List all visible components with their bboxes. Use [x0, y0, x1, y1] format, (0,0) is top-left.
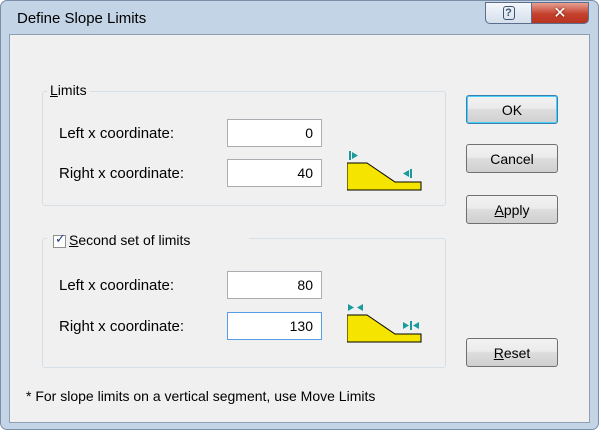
- slope-limits-pair-icon: [347, 304, 422, 343]
- reset-button[interactable]: Reset: [466, 338, 558, 367]
- second-limits-text: econd set of limits: [78, 232, 191, 248]
- second-right-x-input[interactable]: 130: [227, 312, 322, 340]
- left-x-label: Left x coordinate:: [59, 125, 175, 142]
- second-limits-checkbox[interactable]: ✓: [53, 232, 66, 248]
- limits-legend-mnemonic: L: [50, 82, 58, 98]
- cancel-button[interactable]: Cancel: [466, 144, 558, 173]
- second-limits-mnemonic: S: [69, 232, 79, 248]
- title-bar[interactable]: Define Slope Limits ? ✕: [1, 1, 598, 34]
- dialog-window: Define Slope Limits ? ✕ Limits Left x co…: [0, 0, 599, 430]
- close-button[interactable]: ✕: [531, 2, 589, 24]
- left-x-input[interactable]: 0: [227, 119, 322, 147]
- dialog-title: Define Slope Limits: [17, 10, 147, 27]
- slope-limits-icon: [347, 151, 422, 191]
- reset-mnemonic: R: [493, 344, 504, 361]
- ok-button[interactable]: OK: [466, 95, 558, 124]
- dialog-body: Limits Left x coordinate: 0 Right x coor…: [9, 34, 590, 423]
- right-x-label: Right x coordinate:: [59, 165, 185, 182]
- apply-label: pply: [503, 201, 530, 218]
- second-left-x-input[interactable]: 80: [227, 271, 322, 299]
- help-icon: ?: [502, 6, 515, 20]
- second-limits-label[interactable]: Second set of limits: [69, 232, 191, 248]
- right-x-input[interactable]: 40: [227, 159, 322, 187]
- apply-mnemonic: A: [494, 201, 504, 218]
- second-left-x-label: Left x coordinate:: [59, 277, 175, 294]
- help-button[interactable]: ?: [485, 2, 532, 24]
- limits-legend-text: imits: [57, 82, 87, 98]
- footnote: * For slope limits on a vertical segment…: [26, 388, 376, 404]
- second-right-x-label: Right x coordinate:: [59, 318, 185, 335]
- apply-button[interactable]: Apply: [466, 195, 558, 224]
- close-icon: ✕: [553, 3, 567, 22]
- reset-label: eset: [503, 344, 531, 361]
- checkmark-icon: ✓: [55, 232, 66, 247]
- limits-legend: Limits: [47, 82, 90, 98]
